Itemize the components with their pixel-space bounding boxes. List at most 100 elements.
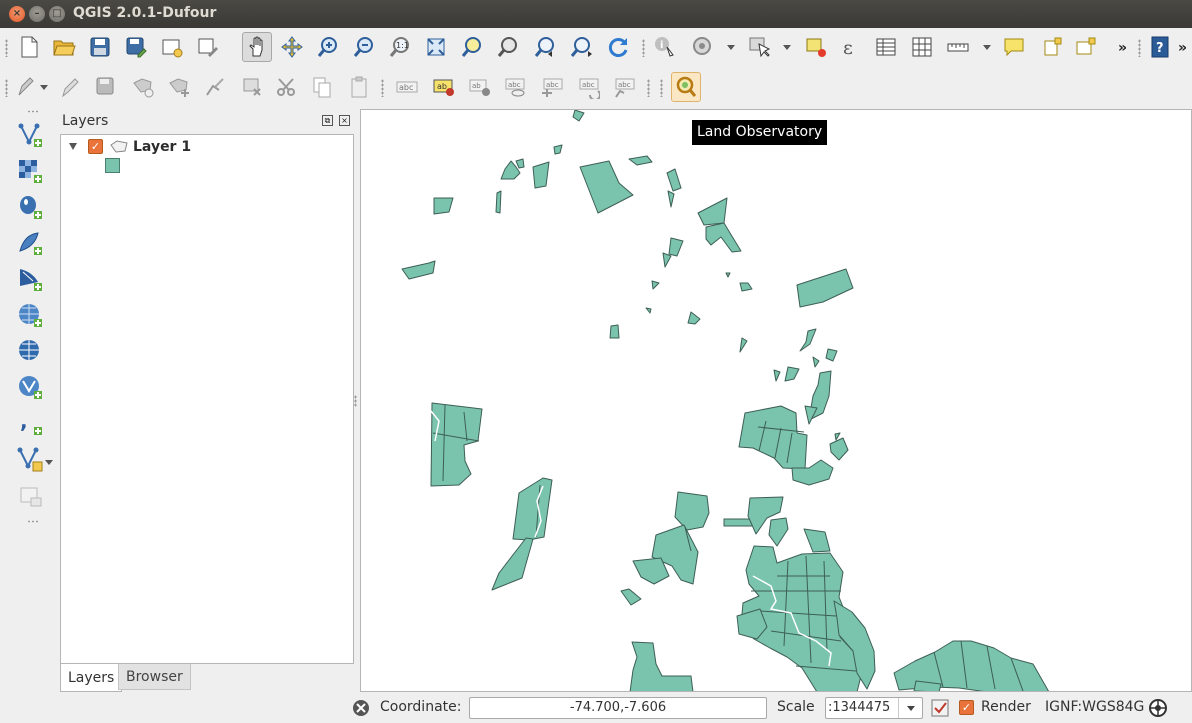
zoom-full-icon[interactable]	[421, 32, 451, 62]
pan-icon[interactable]	[242, 32, 272, 62]
statistics-icon[interactable]	[907, 32, 937, 62]
annotation-icon[interactable]	[999, 32, 1029, 62]
window-maximize-button[interactable]: □	[49, 6, 65, 22]
show-hide-labels-icon[interactable]: abc	[501, 72, 531, 102]
toolbar-grip[interactable]	[660, 79, 663, 97]
zoom-native-icon[interactable]: 1:1	[385, 32, 415, 62]
toolbar-overflow-icon[interactable]: »	[1118, 40, 1127, 56]
toolbar-grip[interactable]	[27, 520, 39, 523]
deselect-icon[interactable]	[801, 32, 831, 62]
add-vector-layer-icon[interactable]	[15, 120, 45, 150]
toolbar-grip[interactable]	[5, 39, 8, 57]
zoom-to-layer-icon[interactable]	[493, 32, 523, 62]
toolbar-grip[interactable]	[642, 39, 645, 57]
move-feature-icon[interactable]	[164, 72, 194, 102]
toolbar-grip[interactable]	[27, 110, 39, 113]
zoom-next-icon[interactable]	[567, 32, 597, 62]
select-icon[interactable]	[744, 32, 774, 62]
measure-dropdown[interactable]	[983, 45, 991, 50]
coordinate-field[interactable]: -74.700,-7.606	[469, 697, 767, 719]
tab-layers[interactable]: Layers	[60, 664, 123, 692]
expression-icon[interactable]: ε	[836, 32, 866, 62]
panel-float-button[interactable]: ⧉	[322, 115, 333, 126]
add-feature-icon[interactable]	[128, 72, 158, 102]
remove-layer-icon[interactable]	[15, 482, 45, 512]
save-project-icon[interactable]	[85, 32, 115, 62]
new-bookmark-icon[interactable]	[1037, 32, 1067, 62]
toolbar-grip[interactable]	[1138, 39, 1141, 57]
highlight-pinned-icon[interactable]: ab	[465, 72, 495, 102]
composer-manager-icon[interactable]	[193, 32, 223, 62]
layer-name[interactable]: Layer 1	[133, 139, 191, 155]
action-dropdown[interactable]	[727, 45, 735, 50]
zoom-in-icon[interactable]	[313, 32, 343, 62]
zoom-out-icon[interactable]	[349, 32, 379, 62]
copy-icon[interactable]	[307, 72, 337, 102]
window-minimize-button[interactable]: –	[29, 6, 45, 22]
land-observatory-icon[interactable]	[671, 72, 701, 102]
rotate-label-icon[interactable]: abc	[573, 72, 603, 102]
layer-visibility-checkbox[interactable]: ✓	[88, 139, 103, 154]
collapse-arrow-icon[interactable]	[69, 143, 77, 150]
stop-render-icon[interactable]	[930, 698, 950, 718]
layer-row[interactable]: ✓ Layer 1	[61, 137, 353, 157]
digitizing-dropdown[interactable]	[40, 85, 48, 90]
add-postgis-layer-icon[interactable]	[15, 192, 45, 222]
svg-text:i: i	[660, 40, 663, 51]
zoom-to-selection-icon[interactable]	[457, 32, 487, 62]
add-delimited-text-layer-icon[interactable]: ,	[15, 408, 45, 438]
window-close-button[interactable]: ×	[9, 6, 25, 22]
new-layer-dropdown[interactable]	[45, 460, 53, 465]
new-project-icon[interactable]	[14, 32, 44, 62]
coordinate-toggle-icon[interactable]	[351, 698, 371, 718]
paste-icon[interactable]	[344, 72, 374, 102]
toggle-editing-icon[interactable]	[55, 72, 85, 102]
pan-to-selection-icon[interactable]	[277, 32, 307, 62]
save-as-icon[interactable]	[121, 32, 151, 62]
attribute-table-icon[interactable]	[871, 32, 901, 62]
map-canvas[interactable]	[360, 109, 1192, 692]
new-print-composer-icon[interactable]	[157, 32, 187, 62]
toolbar-overflow-icon[interactable]: »	[1178, 40, 1187, 56]
tab-browser[interactable]: Browser	[118, 664, 191, 690]
crs-globe-icon[interactable]	[1148, 698, 1168, 718]
cut-icon[interactable]	[272, 72, 302, 102]
crs-status[interactable]: IGNF:WGS84G	[1045, 699, 1144, 715]
open-project-icon[interactable]	[49, 32, 79, 62]
move-label-icon[interactable]: abc	[537, 72, 567, 102]
toolbar-grip[interactable]	[381, 79, 384, 97]
change-label-icon[interactable]: abc	[609, 72, 639, 102]
save-edits-icon[interactable]	[91, 72, 121, 102]
add-spatialite-layer-icon[interactable]	[15, 228, 45, 258]
toolbar-grip[interactable]	[647, 79, 650, 97]
help-icon[interactable]: ?	[1145, 32, 1175, 62]
delete-selected-icon[interactable]	[237, 72, 267, 102]
zoom-last-icon[interactable]	[531, 32, 561, 62]
select-dropdown[interactable]	[783, 45, 791, 50]
land-parcel-polygon	[579, 160, 634, 214]
identify-icon[interactable]: i	[650, 32, 680, 62]
label-icon[interactable]: abc	[392, 72, 422, 102]
node-tool-icon[interactable]	[200, 72, 230, 102]
pin-label-icon[interactable]: ab	[429, 72, 459, 102]
new-shapefile-layer-icon[interactable]	[15, 444, 45, 474]
show-bookmarks-icon[interactable]	[1071, 32, 1101, 62]
add-wms-layer-icon[interactable]	[15, 300, 45, 330]
add-mssql-layer-icon[interactable]	[15, 264, 45, 294]
add-wfs-layer-icon[interactable]	[15, 372, 45, 402]
measure-icon[interactable]	[943, 32, 973, 62]
digitizing-icon[interactable]	[12, 72, 42, 102]
land-parcel-polygon	[739, 337, 748, 353]
add-wcs-layer-icon[interactable]	[15, 336, 45, 366]
action-icon[interactable]	[688, 32, 718, 62]
panel-splitter[interactable]	[354, 395, 357, 407]
toolbar-grip[interactable]	[5, 79, 8, 97]
render-checkbox[interactable]: ✓	[959, 700, 974, 715]
add-raster-layer-icon[interactable]	[15, 156, 45, 186]
scale-dropdown-icon[interactable]	[898, 698, 922, 718]
scale-combobox[interactable]: :1344475	[825, 697, 923, 719]
land-parcel-polygon	[515, 158, 525, 169]
refresh-icon[interactable]	[603, 32, 633, 62]
layer-tree[interactable]: ✓ Layer 1	[60, 134, 354, 664]
panel-close-button[interactable]: ×	[339, 115, 350, 126]
